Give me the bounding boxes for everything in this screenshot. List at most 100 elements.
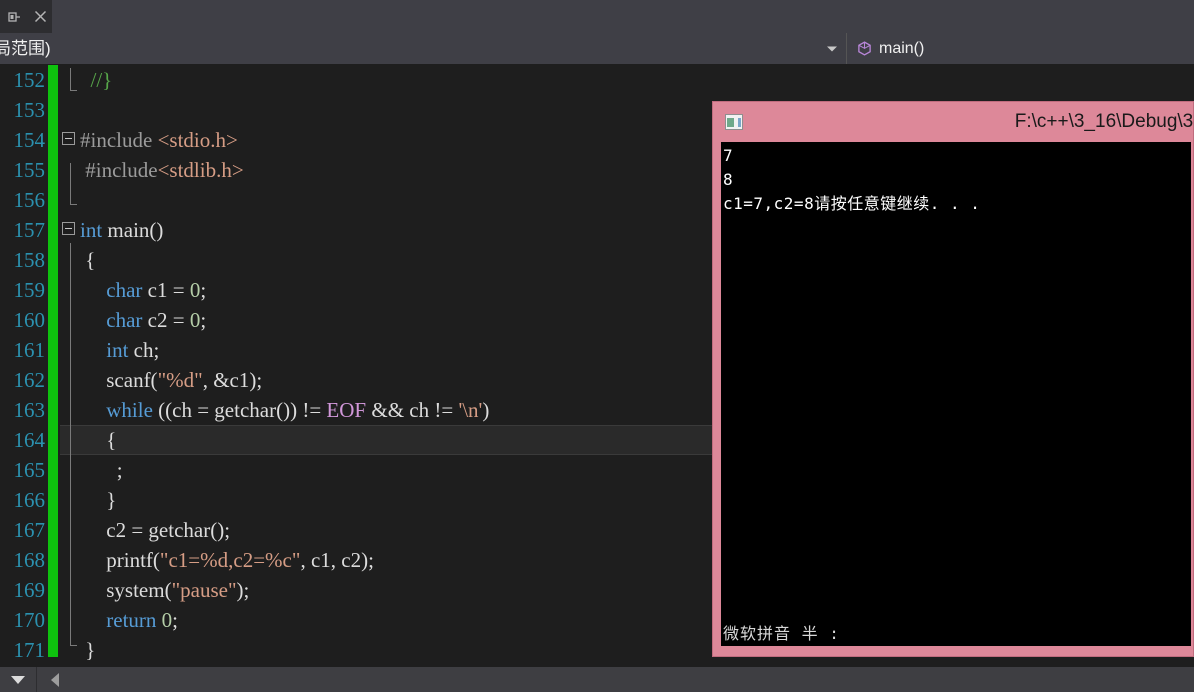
change-indicator-bar [48, 575, 58, 605]
glyph-margin[interactable] [58, 185, 80, 215]
code-token: return [106, 608, 156, 632]
code-token: //} [91, 68, 113, 92]
code-token: ch; [128, 338, 159, 362]
code-token: } [80, 638, 95, 662]
change-indicator-bar [48, 275, 58, 305]
code-token: , c1, c2); [300, 548, 373, 572]
code-token: while [106, 398, 153, 422]
code-token: char [106, 278, 142, 302]
member-dropdown-value: main() [879, 40, 924, 58]
editor-tab-strip [0, 0, 1194, 33]
glyph-margin[interactable] [58, 485, 80, 515]
line-number: 160 [0, 308, 48, 333]
scroll-down-button[interactable] [0, 667, 37, 692]
glyph-margin[interactable] [58, 425, 80, 455]
line-number: 166 [0, 488, 48, 513]
code-token: ); [237, 578, 250, 602]
code-token: system( [80, 578, 172, 602]
code-token: "%d" [158, 368, 203, 392]
change-indicator-bar [48, 455, 58, 485]
code-token: 0 [162, 608, 173, 632]
glyph-margin[interactable] [58, 365, 80, 395]
code-token: EOF [326, 398, 366, 422]
scroll-left-button[interactable] [37, 667, 73, 692]
code-token [80, 308, 106, 332]
brace-guide-comment [70, 68, 71, 90]
code-token: { [80, 248, 95, 272]
console-window[interactable]: F:\c++\3_16\Debug\3 78c1=7,c2=8请按任意键继续. … [712, 101, 1194, 657]
code-token [80, 608, 106, 632]
member-dropdown[interactable]: main() [846, 33, 1194, 64]
change-indicator-bar [48, 245, 58, 275]
glyph-margin[interactable] [58, 515, 80, 545]
console-system-menu-icon[interactable] [725, 114, 743, 130]
glyph-margin[interactable] [58, 545, 80, 575]
code-token [80, 338, 106, 362]
line-number: 156 [0, 188, 48, 213]
change-indicator-bar [48, 185, 58, 215]
line-number: 158 [0, 248, 48, 273]
chevron-down-icon [827, 46, 837, 51]
glyph-margin[interactable] [58, 95, 80, 125]
code-token: "pause" [172, 578, 237, 602]
glyph-margin[interactable] [58, 155, 80, 185]
change-indicator-bar [48, 305, 58, 335]
horizontal-scrollbar[interactable] [0, 667, 1194, 692]
change-indicator-bar [48, 215, 58, 245]
change-indicator-bar [48, 425, 58, 455]
line-number: 159 [0, 278, 48, 303]
line-number: 162 [0, 368, 48, 393]
code-token: } [80, 488, 116, 512]
glyph-margin[interactable] [58, 215, 80, 245]
code-token: char [106, 308, 142, 332]
close-tab-icon[interactable] [30, 6, 50, 28]
console-title-bar[interactable]: F:\c++\3_16\Debug\3 [713, 102, 1194, 142]
glyph-margin[interactable] [58, 125, 80, 155]
code-token: c2 = getchar(); [80, 518, 230, 542]
console-output-line: 8 [723, 168, 1191, 192]
code-token: && ch != [366, 398, 458, 422]
line-number: 152 [0, 68, 48, 93]
change-indicator-bar [48, 545, 58, 575]
glyph-margin[interactable] [58, 275, 80, 305]
line-number: 167 [0, 518, 48, 543]
line-number: 169 [0, 578, 48, 603]
code-token: printf( [80, 548, 160, 572]
code-token: ; [172, 608, 178, 632]
glyph-margin[interactable] [58, 605, 80, 635]
brace-guide-main [70, 243, 71, 645]
code-token: , &c1); [203, 368, 262, 392]
active-tab[interactable] [0, 0, 52, 33]
console-output-line: c1=7,c2=8请按任意键继续. . . [723, 192, 1191, 216]
collapse-region-icon[interactable] [62, 222, 75, 235]
glyph-margin[interactable] [58, 575, 80, 605]
code-token: #include [80, 128, 158, 152]
triangle-left-icon [51, 673, 59, 687]
code-token: #include [85, 158, 157, 182]
line-number: 161 [0, 338, 48, 363]
code-token: scanf( [80, 368, 158, 392]
glyph-margin[interactable] [58, 335, 80, 365]
collapse-region-icon[interactable] [62, 132, 75, 145]
glyph-margin[interactable] [58, 395, 80, 425]
line-number: 157 [0, 218, 48, 243]
glyph-margin[interactable] [58, 455, 80, 485]
pin-tab-icon[interactable] [4, 6, 24, 28]
console-output-area[interactable]: 78c1=7,c2=8请按任意键继续. . . 微软拼音 半 : [721, 142, 1191, 646]
code-token: "c1=%d,c2=%c" [160, 548, 301, 572]
change-indicator-bar [48, 485, 58, 515]
line-number: 153 [0, 98, 48, 123]
code-token: { [80, 428, 116, 452]
line-number: 155 [0, 158, 48, 183]
code-line[interactable]: 152 //} [0, 65, 1194, 95]
triangle-down-icon [11, 676, 25, 684]
line-number: 164 [0, 428, 48, 453]
console-title-text: F:\c++\3_16\Debug\3 [863, 111, 1194, 133]
glyph-margin[interactable] [58, 305, 80, 335]
code-token: int [80, 218, 102, 242]
glyph-margin[interactable] [58, 245, 80, 275]
code-token: 0 [190, 308, 201, 332]
change-indicator-bar [48, 155, 58, 185]
code-token: ((ch = getchar()) != [153, 398, 327, 422]
scope-dropdown[interactable]: 局范围) [0, 33, 846, 64]
